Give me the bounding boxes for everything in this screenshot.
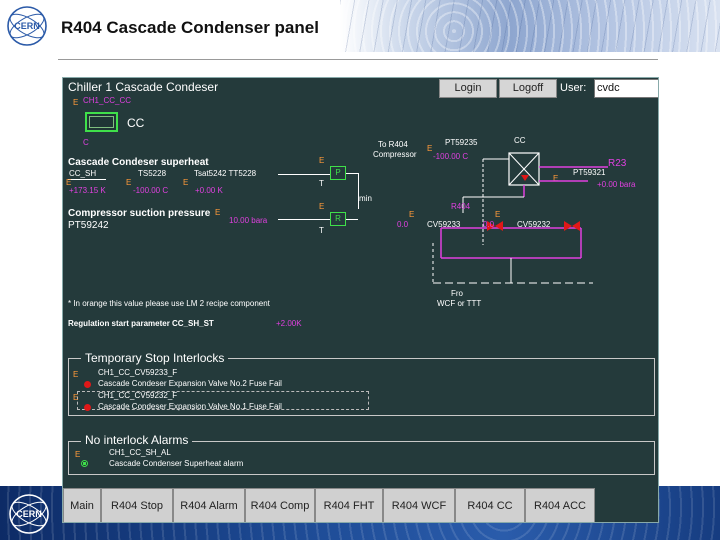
sh-tag: CC_SH bbox=[69, 169, 97, 178]
regulation-label: Regulation start parameter CC_SH_ST bbox=[68, 319, 214, 328]
panel-navbar: Main R404 Stop R404 Alarm R404 Comp R404… bbox=[63, 488, 658, 522]
valve1-tag: CV59232 bbox=[517, 220, 551, 229]
interlock-1-status-icon bbox=[84, 381, 91, 388]
cc-c-marker: C bbox=[83, 138, 89, 147]
from-label: Fro bbox=[451, 289, 463, 298]
p-controller-button[interactable]: P bbox=[330, 166, 346, 180]
scada-panel: Chiller 1 Cascade Condeser Login Logoff … bbox=[62, 77, 659, 523]
tsat-e-marker: E bbox=[183, 178, 189, 187]
alarm-1-desc: Cascade Condenser Superheat alarm bbox=[109, 459, 244, 468]
header-banner-art bbox=[340, 0, 720, 52]
header-divider bbox=[58, 59, 658, 60]
slide-header: CERN R404 Cascade Condenser panel bbox=[0, 0, 720, 52]
valve1-value: 0.0 bbox=[483, 220, 495, 229]
r-e-marker: E bbox=[319, 202, 325, 211]
cc-label: CC bbox=[127, 116, 145, 130]
sh-tag-underline bbox=[68, 179, 106, 180]
interlock-1-desc: Cascade Condeser Expansion Valve No.2 Fu… bbox=[98, 379, 282, 388]
from-label-2: WCF or TTT bbox=[437, 299, 482, 308]
alarm-1-e-marker: E bbox=[75, 450, 81, 459]
interlock-2-tag: CH1_CC_CV59232_F bbox=[98, 391, 178, 400]
cascade-condenser-exchanger bbox=[508, 152, 540, 186]
user-field[interactable]: cvdc bbox=[594, 79, 658, 98]
nav-r404-cc-button[interactable]: R404 CC bbox=[455, 488, 525, 522]
suction-heading: Compressor suction pressure bbox=[68, 208, 211, 219]
r-controller-button[interactable]: R bbox=[330, 212, 346, 226]
ts-tag: TS5228 bbox=[138, 169, 167, 178]
nav-r404-wcf-button[interactable]: R404 WCF bbox=[383, 488, 455, 522]
slide-title: R404 Cascade Condenser panel bbox=[61, 18, 319, 37]
cc-status-button[interactable] bbox=[85, 112, 118, 132]
regulation-value: +2.00K bbox=[276, 319, 302, 328]
sh-value: +173.15 K bbox=[69, 186, 106, 195]
suction-value: 10.00 bara bbox=[229, 216, 268, 225]
r404-label: R404 bbox=[451, 202, 471, 211]
valve1-e-marker: E bbox=[495, 210, 501, 219]
cern-logo-icon: CERN bbox=[7, 6, 47, 46]
temp-stop-title: Temporary Stop Interlocks bbox=[81, 351, 229, 365]
cc-e-marker: E bbox=[73, 98, 79, 107]
interlock-2-status-icon bbox=[84, 404, 91, 411]
valve2-e-marker: E bbox=[409, 210, 415, 219]
logoff-button[interactable]: Logoff bbox=[499, 79, 557, 98]
valve2-tag: CV59233 bbox=[427, 220, 461, 229]
process-diagram bbox=[432, 152, 608, 284]
change-note: * In orange this value please use LM 2 r… bbox=[68, 299, 270, 308]
nav-r404-acc-button[interactable]: R404 ACC bbox=[525, 488, 595, 522]
r-link-line bbox=[346, 219, 358, 220]
alarm-frame-title: No interlock Alarms bbox=[81, 433, 193, 447]
superheat-signal-line bbox=[278, 174, 330, 175]
nav-r404-stop-button[interactable]: R404 Stop bbox=[101, 488, 173, 522]
interlock-2-e-marker: E bbox=[73, 393, 79, 402]
interlock-1-e-marker: E bbox=[73, 370, 79, 379]
suction-tag: PT59242 bbox=[68, 220, 109, 231]
suction-e-marker: E bbox=[215, 208, 221, 217]
min-link-vertical bbox=[358, 173, 359, 209]
panel-title: Chiller 1 Cascade Condeser bbox=[68, 80, 219, 94]
alarm-1-status-icon bbox=[81, 460, 88, 467]
p-e-marker: E bbox=[319, 156, 325, 165]
p-t-marker: T bbox=[319, 179, 324, 188]
interlock-2-desc: Cascade Condeser Expansion Valve No.1 Fu… bbox=[98, 402, 282, 411]
nav-main-button[interactable]: Main bbox=[63, 488, 101, 522]
tsat-tag: Tsat5242 TT5228 bbox=[194, 169, 257, 178]
login-button[interactable]: Login bbox=[439, 79, 497, 98]
svg-text:CERN: CERN bbox=[14, 21, 40, 31]
nav-r404-comp-button[interactable]: R404 Comp bbox=[245, 488, 315, 522]
slide: CERN R404 Cascade Condenser panel CERN C… bbox=[0, 0, 720, 540]
cern-footer-logo-icon: CERN bbox=[9, 494, 49, 534]
tsat-value: +0.00 K bbox=[195, 186, 223, 195]
svg-text:CERN: CERN bbox=[16, 509, 42, 519]
ts-value: -100.00 C bbox=[133, 186, 169, 195]
interlock-1-tag: CH1_CC_CV59233_F bbox=[98, 368, 178, 377]
suction-signal-line bbox=[278, 219, 330, 220]
superheat-heading: Cascade Condeser superheat bbox=[68, 157, 209, 168]
cc-tag: CH1_CC_CC bbox=[83, 96, 132, 105]
nav-r404-alarm-button[interactable]: R404 Alarm bbox=[173, 488, 245, 522]
nav-r404-fht-button[interactable]: R404 FHT bbox=[315, 488, 383, 522]
alarm-1-tag: CH1_CC_SH_AL bbox=[109, 448, 171, 457]
p-link-line bbox=[346, 173, 358, 174]
valve2-value: 0.0 bbox=[397, 220, 409, 229]
r-t-marker: T bbox=[319, 226, 324, 235]
ts-e-marker: E bbox=[126, 178, 132, 187]
user-label: User: bbox=[560, 82, 587, 94]
expansion-valve-1-icon bbox=[564, 221, 580, 231]
